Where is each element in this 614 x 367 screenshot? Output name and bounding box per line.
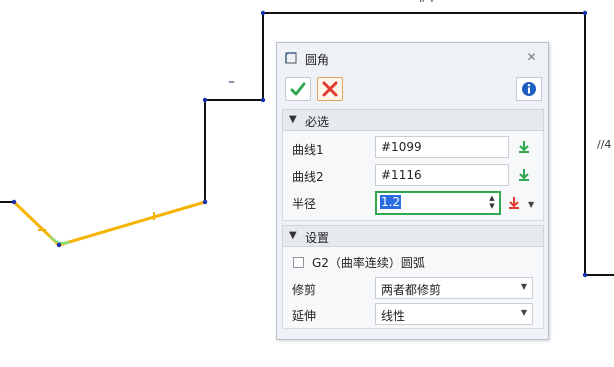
cancel-button[interactable] [317, 77, 343, 101]
close-icon[interactable]: ✕ [525, 51, 538, 64]
radius-input[interactable]: 1.2 ▲ ▼ [375, 191, 501, 215]
fillet-preview [49, 235, 71, 245]
constraint-label-side: //4 [597, 138, 612, 151]
curve2-field[interactable]: #1116 [375, 164, 509, 186]
vertex-point[interactable] [582, 272, 588, 278]
curve1-label: 曲线1 [292, 143, 324, 157]
trim-value: 两者都修剪 [381, 283, 442, 297]
required-section-header[interactable]: ▼ 必选 [282, 109, 544, 131]
curve2-value: #1116 [381, 168, 422, 182]
dimension-label-top: #4 [418, 0, 434, 5]
chevron-down-icon: ▼ [520, 282, 527, 291]
pick-curve-icon[interactable] [516, 167, 532, 183]
collapse-triangle-icon: ▼ [289, 114, 297, 125]
trim-dropdown[interactable]: 两者都修剪 ▼ [375, 277, 533, 299]
collapse-triangle-icon: ▼ [289, 230, 297, 241]
radius-spinner[interactable]: ▲ ▼ [488, 194, 496, 210]
vertex-point[interactable] [260, 97, 266, 103]
x-icon [322, 81, 338, 97]
pick-curve-icon[interactable] [516, 139, 532, 155]
curve1-field[interactable]: #1099 [375, 136, 509, 158]
dialog-titlebar[interactable]: 圆角 ✕ [277, 43, 548, 73]
vertex-point[interactable] [202, 199, 208, 205]
vertex-point[interactable] [56, 242, 62, 248]
vertex-point[interactable] [582, 10, 588, 16]
radius-value: 1.2 [380, 195, 402, 209]
g2-checkbox[interactable] [293, 257, 304, 268]
check-icon [290, 82, 306, 96]
extend-dropdown[interactable]: 线性 ▼ [375, 303, 533, 325]
required-section-title: 必选 [305, 115, 330, 129]
trim-label: 修剪 [292, 283, 317, 297]
dialog-title: 圆角 [305, 53, 330, 67]
selected-curve-2 [58, 200, 206, 247]
chevron-down-icon: ▼ [520, 308, 527, 317]
curve1-value: #1099 [381, 140, 422, 154]
vertex-point[interactable] [260, 10, 266, 16]
vertex-point[interactable] [202, 97, 208, 103]
settings-section-title: 设置 [305, 231, 330, 245]
info-icon [522, 82, 536, 96]
settings-section-body: G2（曲率连续）圆弧 修剪 两者都修剪 ▼ 延伸 线性 ▼ [282, 247, 544, 329]
g2-label: G2（曲率连续）圆弧 [312, 256, 425, 270]
settings-section-header[interactable]: ▼ 设置 [282, 225, 544, 247]
radius-label: 半径 [292, 197, 317, 211]
extend-value: 线性 [381, 309, 406, 323]
dimension-marker: – [228, 74, 235, 90]
confirm-button[interactable] [285, 77, 311, 101]
fillet-dialog: 圆角 ✕ ▼ 必选 曲线1 #1099 曲线2 #1116 半径 1.2 ▲ ▼… [276, 42, 549, 340]
curve2-label: 曲线2 [292, 170, 324, 184]
pick-radius-icon[interactable] [506, 195, 522, 211]
vertex-point[interactable] [11, 199, 17, 205]
required-section-body: 曲线1 #1099 曲线2 #1116 半径 1.2 ▲ ▼ ▼ [282, 131, 544, 221]
fillet-icon [285, 52, 297, 64]
help-button[interactable] [516, 77, 542, 101]
radius-options-chevron-icon[interactable]: ▼ [528, 200, 534, 209]
extend-label: 延伸 [292, 309, 317, 323]
